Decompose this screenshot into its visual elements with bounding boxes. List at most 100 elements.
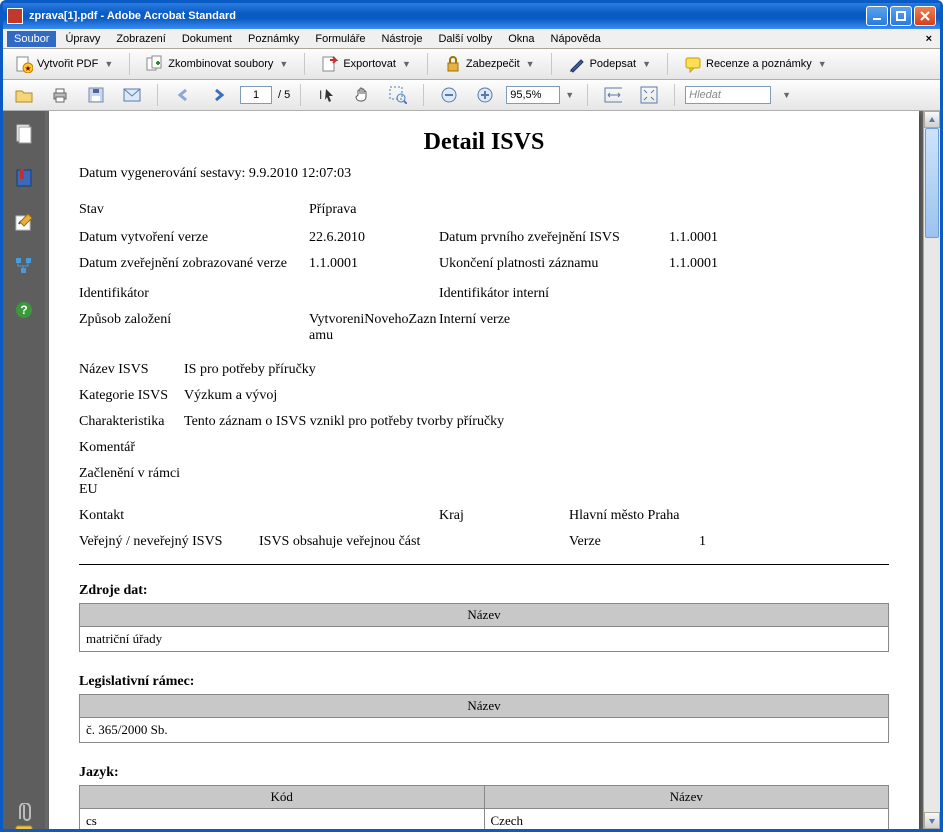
search-input[interactable]	[685, 86, 771, 104]
menu-item-zobrazeni[interactable]: Zobrazení	[109, 31, 173, 47]
minimize-button[interactable]	[866, 6, 888, 26]
minus-icon	[440, 86, 458, 104]
open-button[interactable]	[9, 83, 39, 107]
chevron-down-icon: ▼	[526, 59, 535, 69]
lang-code: cs	[80, 809, 485, 830]
titlebar: zprava[1].pdf - Adobe Acrobat Standard	[3, 3, 940, 29]
prev-page-button[interactable]	[168, 83, 198, 107]
menu-item-formulare[interactable]: Formuláře	[308, 31, 372, 47]
zoom-out-button[interactable]	[434, 83, 464, 107]
scroll-down-button[interactable]	[924, 812, 940, 829]
export-button[interactable]: Exportovat ▼	[315, 52, 417, 76]
stav-label: Stav	[79, 202, 309, 218]
select-tool-button[interactable]: I	[311, 83, 341, 107]
svg-text:?: ?	[20, 303, 27, 317]
save-button[interactable]	[81, 83, 111, 107]
plus-icon	[476, 86, 494, 104]
eu-inclusion-label: Začlenění v rámci EU	[79, 466, 184, 498]
marquee-zoom-button[interactable]	[383, 83, 413, 107]
page-number-input[interactable]	[240, 86, 272, 104]
menu-item-soubor[interactable]: Soubor	[7, 31, 56, 47]
review-button[interactable]: Recenze a poznámky ▼	[678, 52, 833, 76]
language-table: Kód Název cs Czech	[79, 785, 889, 829]
characteristic-value: Tento záznam o ISVS vznikl pro potřeby t…	[184, 414, 504, 430]
public-value: ISVS obsahuje veřejnou část	[259, 534, 569, 550]
print-button[interactable]	[45, 83, 75, 107]
next-page-button[interactable]	[204, 83, 234, 107]
model-tree-panel-button[interactable]	[13, 255, 35, 277]
chevron-down-icon: ▼	[279, 59, 288, 69]
pages-panel-button[interactable]	[13, 123, 35, 145]
legislation-table: Název č. 365/2000 Sb.	[79, 694, 889, 743]
table-row: č. 365/2000 Sb.	[80, 718, 889, 743]
combine-icon	[146, 55, 164, 73]
scroll-thumb[interactable]	[925, 128, 939, 238]
email-button[interactable]	[117, 83, 147, 107]
fit-width-button[interactable]	[598, 83, 628, 107]
identifier-label: Identifikátor	[79, 286, 309, 302]
legislation-name: č. 365/2000 Sb.	[80, 718, 889, 743]
menu-item-okna[interactable]: Okna	[501, 31, 541, 47]
sign-label: Podepsat	[590, 58, 636, 70]
document-viewport[interactable]: Detail ISVS Datum vygenerování sestavy: …	[45, 111, 923, 829]
isvs-name-label: Název ISVS	[79, 362, 184, 378]
sign-button[interactable]: Podepsat ▼	[562, 52, 657, 76]
combine-files-button[interactable]: Zkombinovat soubory ▼	[140, 52, 294, 76]
secure-button[interactable]: Zabezpečit ▼	[438, 52, 541, 76]
stav-value: Příprava	[309, 202, 439, 218]
printer-icon	[51, 86, 69, 104]
close-button[interactable]	[914, 6, 936, 26]
pdf-page: Detail ISVS Datum vygenerování sestavy: …	[49, 111, 919, 829]
help-panel-button[interactable]: ?	[13, 299, 35, 321]
col-code: Kód	[80, 786, 485, 809]
search-dropdown-button[interactable]: ▼	[777, 87, 794, 103]
fit-page-button[interactable]	[634, 83, 664, 107]
pen-icon	[568, 55, 586, 73]
maximize-button[interactable]	[890, 6, 912, 26]
menu-item-upravy[interactable]: Úpravy	[58, 31, 107, 47]
signatures-panel-button[interactable]	[13, 211, 35, 233]
zoom-value-input[interactable]	[506, 86, 560, 104]
floppy-icon	[87, 86, 105, 104]
comment-icon	[684, 55, 702, 73]
chevron-down-icon: ▼	[104, 59, 113, 69]
export-label: Exportovat	[343, 58, 396, 70]
zoom-dropdown-button[interactable]: ▼	[560, 87, 577, 103]
doc-close-button[interactable]: ×	[922, 33, 936, 45]
secure-label: Zabezpečit	[466, 58, 520, 70]
scroll-track[interactable]	[924, 128, 940, 812]
menu-item-poznamky[interactable]: Poznámky	[241, 31, 306, 47]
fit-page-icon	[640, 86, 658, 104]
end-validity-value: 1.1.0001	[669, 256, 759, 272]
scroll-up-button[interactable]	[924, 111, 940, 128]
comments-panel-button[interactable]	[13, 825, 35, 829]
bookmarks-panel-button[interactable]	[13, 167, 35, 189]
vertical-scrollbar[interactable]	[923, 111, 940, 829]
page-total-label: / 5	[278, 89, 290, 101]
language-heading: Jazyk:	[79, 765, 889, 781]
menu-item-nastroje[interactable]: Nástroje	[374, 31, 429, 47]
end-validity-label: Ukončení platnosti záznamu	[439, 256, 669, 272]
chevron-down-icon: ▼	[782, 90, 791, 100]
category-value: Výzkum a vývoj	[184, 388, 277, 404]
zoom-in-button[interactable]	[470, 83, 500, 107]
menu-item-napoveda[interactable]: Nápověda	[544, 31, 608, 47]
chevron-down-icon: ▼	[565, 90, 574, 100]
combine-files-label: Zkombinovat soubory	[168, 58, 273, 70]
generated-value: 9.9.2010 12:07:03	[249, 166, 351, 181]
menu-item-dokument[interactable]: Dokument	[175, 31, 239, 47]
version-label: Verze	[569, 534, 699, 550]
hand-tool-button[interactable]	[347, 83, 377, 107]
menu-item-dalsi-volby[interactable]: Další volby	[431, 31, 499, 47]
envelope-icon	[123, 86, 141, 104]
attachments-panel-button[interactable]	[13, 803, 35, 823]
chevron-down-icon: ▼	[642, 59, 651, 69]
region-value: Hlavní město Praha	[569, 508, 679, 524]
contact-label: Kontakt	[79, 508, 439, 524]
lang-name: Czech	[484, 809, 889, 830]
create-pdf-button[interactable]: ★ Vytvořit PDF ▼	[9, 52, 119, 76]
window-title: zprava[1].pdf - Adobe Acrobat Standard	[29, 10, 866, 22]
table-row: cs Czech	[80, 809, 889, 830]
region-label: Kraj	[439, 508, 569, 524]
fit-width-icon	[604, 86, 622, 104]
